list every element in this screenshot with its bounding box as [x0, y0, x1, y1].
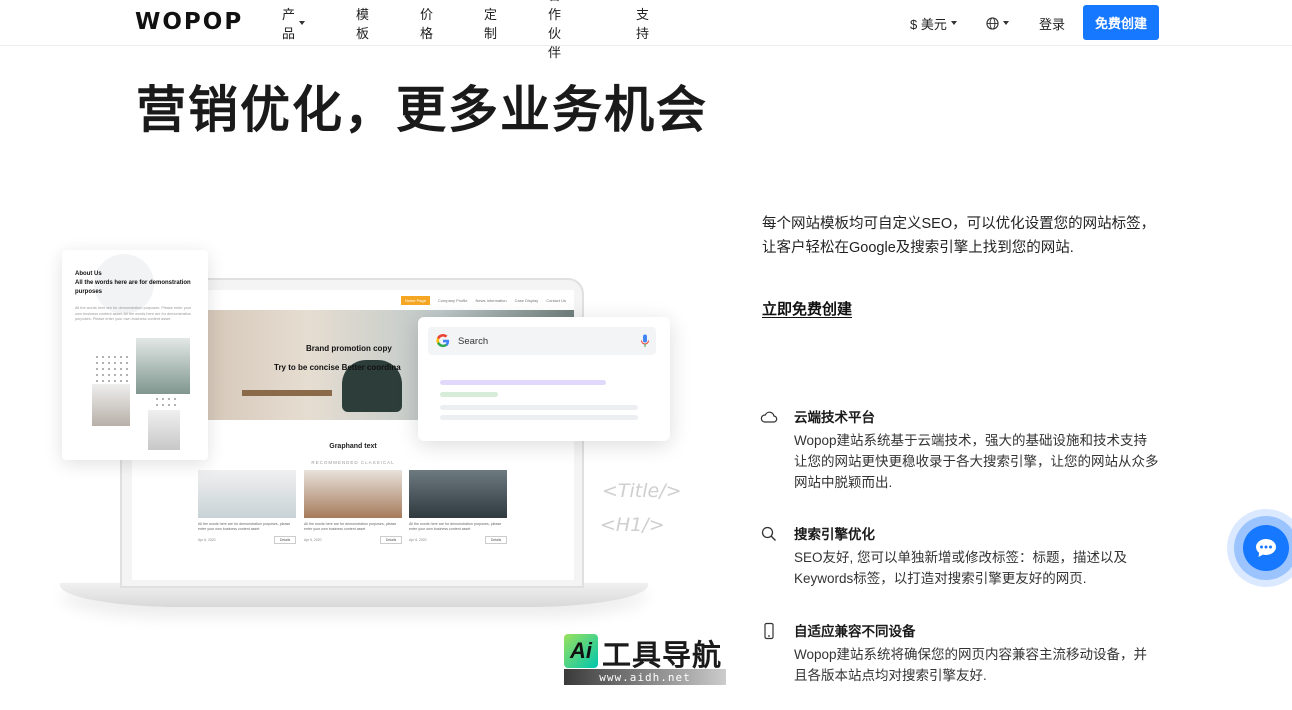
nav-item-pricing[interactable]: 价格 [420, 4, 433, 42]
mock-nav-item: Contact Us [546, 297, 566, 303]
about-image [92, 384, 130, 426]
about-body: All the words here are for demonstration… [75, 306, 192, 321]
result-line-placeholder [440, 405, 638, 410]
globe-icon [986, 16, 999, 30]
nav-item-label: 产品 [282, 7, 296, 41]
decor-dots [94, 354, 132, 384]
search-result-card: Search [418, 317, 670, 441]
feature-title: 自适应兼容不同设备 [794, 624, 916, 639]
mock-card-image [409, 470, 507, 518]
nav-item-templates[interactable]: 模板 [356, 4, 369, 42]
intro-text: 每个网站模板均可自定义SEO，可以优化设置您的网站标签，让客户轻松在Google… [762, 216, 1156, 256]
free-create-button[interactable]: 免费创建 [1083, 5, 1159, 40]
login-link[interactable]: 登录 [1039, 0, 1065, 46]
result-line-placeholder [440, 415, 638, 420]
mock-search-bar: Search [428, 327, 656, 355]
chevron-down-icon [299, 21, 306, 25]
mock-nav-item: Home Page [400, 295, 430, 305]
about-title: About Us All the words here are for demo… [75, 271, 191, 295]
mock-nav-item: News Information [475, 297, 507, 303]
nav-item-partners[interactable]: 合作伙伴 [548, 0, 561, 61]
about-image [136, 338, 190, 394]
h1-tag-label: <H1/> [600, 514, 665, 536]
mock-search-label: Search [458, 335, 489, 347]
feature-title: 搜索引擎优化 [794, 527, 875, 542]
currency-selector[interactable]: $ 美元 [910, 0, 957, 46]
mock-card-date: Apr 6, 2020 [198, 538, 216, 542]
nav-item-label: 合作伙伴 [548, 0, 562, 60]
about-image [148, 410, 180, 450]
about-us-card: About Us All the words here are for demo… [62, 250, 208, 460]
nav-item-support[interactable]: 支持 [636, 4, 649, 42]
mock-card-button: Details [485, 536, 507, 544]
chevron-down-icon [1003, 21, 1009, 25]
nav-item-label: 价格 [420, 7, 434, 41]
mock-card: All the words here are for demonstration… [304, 470, 402, 568]
mock-card-date: Apr 6, 2020 [409, 538, 427, 542]
mock-card-date: Apr 6, 2020 [304, 538, 322, 542]
feature-desc: Wopop建站系统基于云端技术，强大的基础设施和技术支持让您的网站更快更稳收录于… [794, 433, 1159, 490]
language-selector[interactable] [986, 0, 1009, 46]
currency-label: $ 美元 [910, 16, 947, 32]
mobile-device-icon [764, 622, 774, 640]
chat-bubble-icon [1256, 539, 1276, 557]
mock-card: All the words here are for demonstration… [198, 470, 296, 568]
nav-item-label: 模板 [356, 7, 370, 41]
microphone-icon [641, 334, 649, 347]
nav-item-custom[interactable]: 定制 [484, 4, 497, 42]
nav-item-products[interactable]: 产品 [282, 4, 306, 42]
nav-item-label: 定制 [484, 7, 498, 41]
watermark-text: 工具导航 [602, 638, 723, 672]
watermark-url: www.aidh.net [564, 669, 726, 685]
aidh-watermark: Ai 工具导航 www.aidh.net [564, 634, 726, 686]
chat-core[interactable] [1243, 525, 1289, 571]
result-line-placeholder [440, 380, 606, 385]
seo-illustration: Home Page Company Profile News Informati… [58, 248, 682, 618]
nav-item-label: 支持 [636, 7, 650, 41]
mock-card: All the words here are for demonstration… [409, 470, 507, 568]
result-line-placeholder [440, 392, 498, 397]
google-g-icon [436, 334, 450, 348]
table-shape [242, 390, 332, 396]
search-icon [761, 526, 776, 541]
mock-card-button: Details [274, 536, 296, 544]
mock-card-text: All the words here are for demonstration… [198, 522, 291, 531]
mock-card-image [198, 470, 296, 518]
page: WOPOP 产品 模板 价格 定制 合作伙伴 支持 $ 美元 [0, 0, 1292, 710]
title-tag-label: <Title/> [602, 480, 682, 502]
feature-title: 云端技术平台 [794, 410, 875, 425]
free-create-link[interactable]: 立即免费创建 [762, 298, 852, 319]
mock-nav-item: Case Display [514, 297, 539, 303]
wopop-logo[interactable]: WOPOP [135, 9, 241, 35]
feature-desc: SEO友好, 您可以单独新增或修改标签：标题，描述以及Keywords标签，以打… [794, 550, 1128, 586]
mock-card-text: All the words here are for demonstration… [409, 522, 502, 531]
chevron-down-icon [950, 21, 957, 25]
mock-nav-item: Company Profile [437, 297, 468, 303]
top-navbar: WOPOP 产品 模板 价格 定制 合作伙伴 支持 $ 美元 [0, 0, 1292, 60]
mock-card-image [304, 470, 402, 518]
page-title: 营销优化，更多业务机会 [136, 81, 708, 139]
cloud-icon [760, 411, 778, 423]
mock-card-button: Details [380, 536, 402, 544]
watermark-badge: Ai [564, 634, 598, 668]
live-chat-button[interactable] [1227, 509, 1292, 587]
mock-card-text: All the words here are for demonstration… [304, 522, 397, 531]
feature-desc: Wopop建站系统将确保您的网页内容兼容主流移动设备，并且各版本站点均对搜索引擎… [794, 647, 1148, 683]
mock-section-subtitle: RECOMMENDED CLASSICAL [311, 460, 395, 465]
